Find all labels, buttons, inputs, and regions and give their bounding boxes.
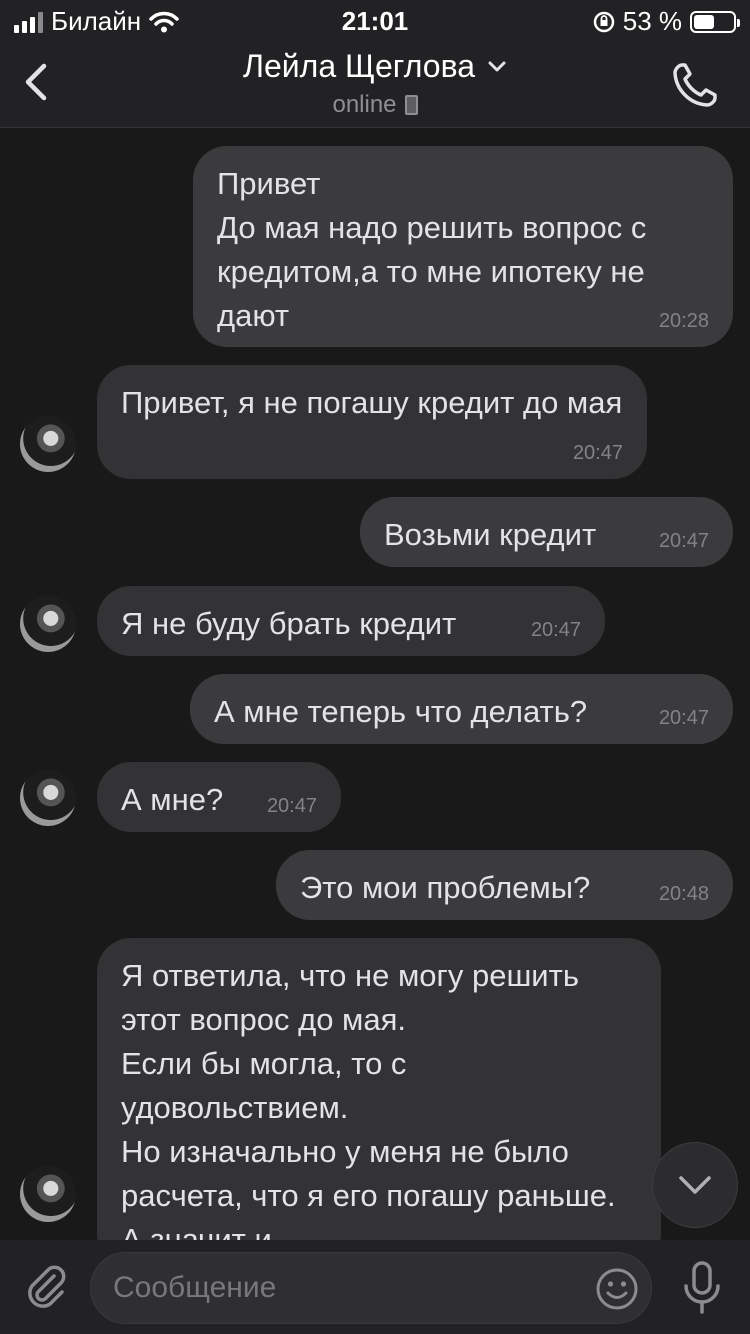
microphone-icon xyxy=(684,1261,720,1314)
battery-percent: 53 % xyxy=(622,6,682,36)
message-input-wrapper[interactable] xyxy=(90,1252,652,1324)
contact-status: online xyxy=(332,91,418,119)
call-button[interactable] xyxy=(670,60,720,110)
message-bubble-outgoing[interactable]: Возьми кредит 20:47 xyxy=(360,497,733,567)
message-text: Я ответила, что не могу решить этот вопр… xyxy=(121,958,616,1257)
status-bar: Билайн 21:01 53 % xyxy=(0,0,750,40)
message-text: Это мои проблемы? xyxy=(300,870,591,905)
message-time: 20:47 xyxy=(658,707,709,729)
message-time: 20:48 xyxy=(658,883,709,905)
message-bubble-outgoing[interactable]: А мне теперь что делать? 20:47 xyxy=(190,674,733,744)
attach-button[interactable] xyxy=(22,1262,70,1310)
chevron-down-icon xyxy=(488,61,506,71)
chat-header: Лейла Щеглова online xyxy=(0,40,750,128)
message-text: А мне теперь что делать? xyxy=(214,694,588,729)
message-bubble-incoming[interactable]: Я ответила, что не могу решить этот вопр… xyxy=(97,938,661,1268)
message-text: Привет До мая надо решить вопрос с креди… xyxy=(217,166,647,333)
orientation-lock-icon xyxy=(593,11,614,32)
message-bubble-incoming[interactable]: Привет, я не погашу кредит до мая 20:47 xyxy=(97,365,647,479)
message-time: 20:28 xyxy=(658,310,709,332)
message-bubble-incoming[interactable]: Я не буду брать кредит 20:47 xyxy=(97,586,605,656)
message-text: Привет, я не погашу кредит до мая xyxy=(121,385,623,420)
chevron-down-icon xyxy=(679,1176,711,1194)
avatar[interactable] xyxy=(20,770,76,826)
contact-title[interactable]: Лейла Щеглова online xyxy=(0,48,750,119)
message-time: 20:47 xyxy=(530,619,581,641)
status-right: 53 % xyxy=(593,6,740,37)
paperclip-icon xyxy=(28,1265,66,1308)
message-bubble-outgoing[interactable]: Привет До мая надо решить вопрос с креди… xyxy=(193,146,733,347)
message-composer xyxy=(0,1240,750,1334)
phone-icon xyxy=(673,63,717,107)
message-text: Я не буду брать кредит xyxy=(121,606,457,641)
online-status: online xyxy=(332,91,397,118)
chat-screen: Билайн 21:01 53 % Лейла Щеглова online П… xyxy=(0,0,750,1334)
smiley-icon xyxy=(596,1268,638,1310)
mobile-device-icon xyxy=(404,95,418,115)
contact-name-row[interactable]: Лейла Щеглова xyxy=(243,48,507,85)
message-bubble-incoming[interactable]: А мне? 20:47 xyxy=(97,762,341,832)
scroll-down-button[interactable] xyxy=(652,1142,738,1228)
contact-name: Лейла Щеглова xyxy=(242,48,476,84)
avatar[interactable] xyxy=(20,596,76,652)
message-time: 20:47 xyxy=(266,795,317,817)
voice-message-button[interactable] xyxy=(680,1260,724,1316)
message-input[interactable] xyxy=(113,1253,583,1323)
avatar[interactable] xyxy=(20,1166,76,1222)
message-time: 20:47 xyxy=(572,442,623,464)
message-bubble-outgoing[interactable]: Это мои проблемы? 20:48 xyxy=(276,850,733,920)
avatar[interactable] xyxy=(20,416,76,472)
battery-icon xyxy=(690,10,740,33)
emoji-button[interactable] xyxy=(595,1267,639,1311)
message-time: 20:47 xyxy=(658,530,709,552)
